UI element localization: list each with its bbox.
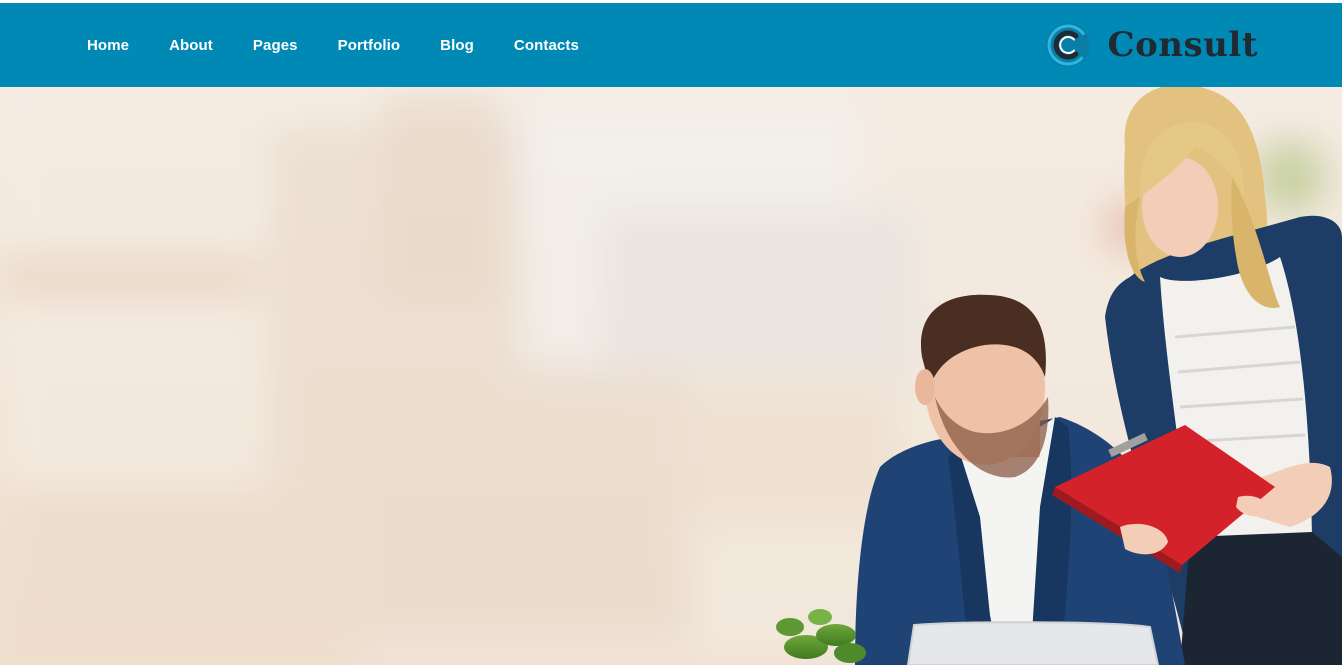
hero-banner [0,87,1342,665]
nav-home-link[interactable]: Home [87,37,129,54]
brand-logo-link[interactable]: Consult [1044,3,1258,87]
nav-blog-link[interactable]: Blog [440,37,474,54]
business-people-photo [0,87,1342,665]
laptop [906,621,1160,665]
main-nav: Home About Pages Portfolio Blog Contacts [87,3,619,87]
nav-about-link[interactable]: About [169,37,213,54]
nav-contacts-link[interactable]: Contacts [514,37,579,54]
nav-pages-link[interactable]: Pages [253,37,298,54]
top-navigation-bar: Home About Pages Portfolio Blog Contacts… [0,3,1342,87]
c-letter-logo-icon [1045,23,1090,67]
brand-name: Consult [1107,25,1258,65]
nav-portfolio-link[interactable]: Portfolio [338,37,401,54]
